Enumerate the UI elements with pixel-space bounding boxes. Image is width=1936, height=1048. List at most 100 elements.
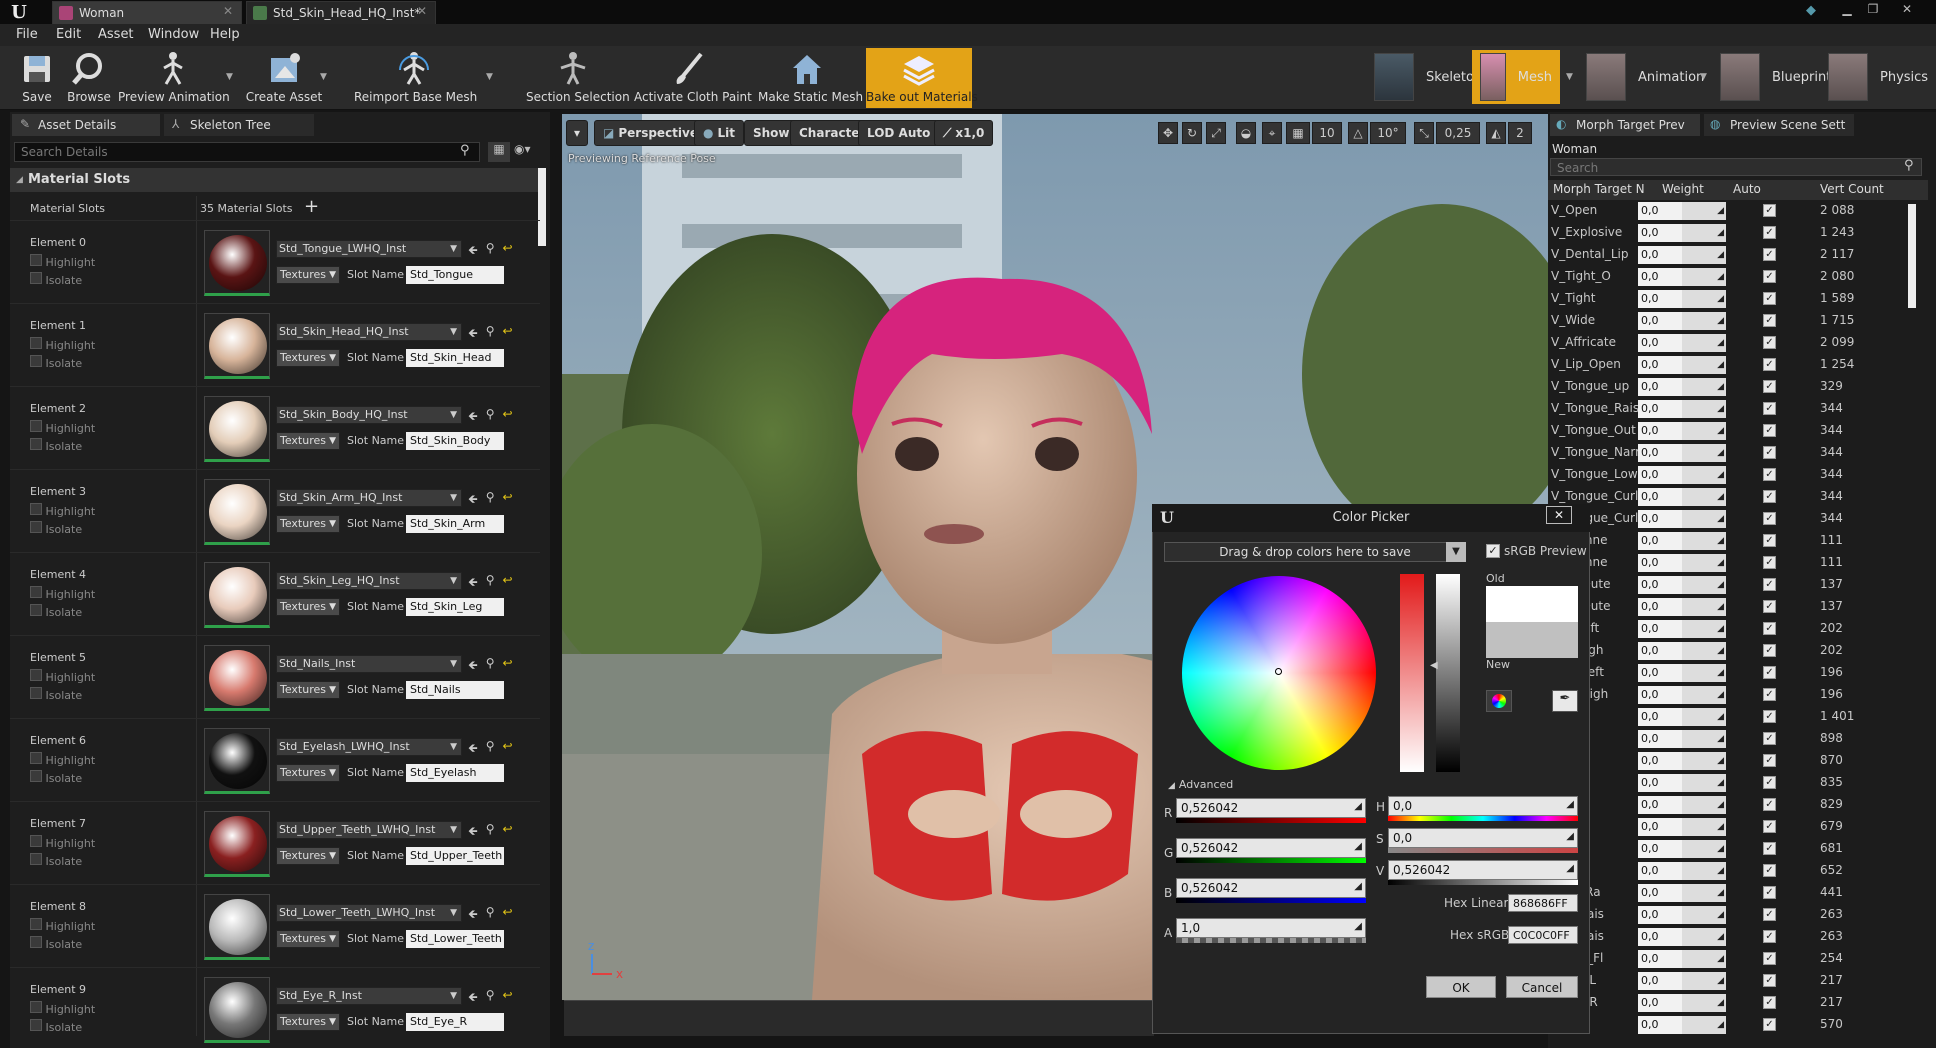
highlight-checkbox[interactable] bbox=[30, 752, 42, 764]
use-selected-arrow-icon[interactable]: 🡸 bbox=[468, 490, 478, 511]
morph-weight-input[interactable]: 0,0 ◢ bbox=[1638, 928, 1726, 946]
mode-physics[interactable]: Physics bbox=[1828, 50, 1928, 104]
close-window-button[interactable]: ✕ bbox=[1896, 1, 1918, 17]
morph-row[interactable]: aise_Oute 0,0◢ ✓ 137 bbox=[1548, 574, 1928, 596]
highlight-checkbox[interactable] bbox=[30, 337, 42, 349]
auto-checkbox[interactable]: ✓ bbox=[1763, 754, 1776, 767]
use-selected-arrow-icon[interactable]: 🡸 bbox=[468, 822, 478, 843]
morph-weight-input[interactable]: 0,0 ◢ bbox=[1638, 994, 1726, 1012]
highlight-checkbox[interactable] bbox=[30, 420, 42, 432]
morph-row[interactable]: V_Tongue_Out 0,0 ◢ ✓ 344 bbox=[1548, 420, 1928, 442]
auto-checkbox[interactable]: ✓ bbox=[1763, 908, 1776, 921]
cancel-button[interactable]: Cancel bbox=[1506, 976, 1578, 998]
column-morph-target-name[interactable]: Morph Target N bbox=[1553, 182, 1645, 196]
auto-checkbox[interactable]: ✓ bbox=[1763, 996, 1776, 1009]
perspective-button[interactable]: ◪ Perspective bbox=[594, 120, 707, 146]
color-theme-icon[interactable] bbox=[1486, 690, 1512, 712]
auto-checkbox[interactable]: ✓ bbox=[1763, 644, 1776, 657]
reset-icon[interactable]: ↩ bbox=[503, 573, 513, 594]
morph-weight-input[interactable]: 0,0 ◢ bbox=[1638, 334, 1726, 352]
material-dropdown[interactable]: Std_Lower_Teeth_LWHQ_Inst ▼ bbox=[276, 904, 462, 922]
auto-checkbox[interactable]: ✓ bbox=[1763, 292, 1776, 305]
material-dropdown[interactable]: Std_Eyelash_LWHQ_Inst ▼ bbox=[276, 738, 462, 756]
auto-checkbox[interactable]: ✓ bbox=[1763, 776, 1776, 789]
slot-name-input[interactable]: Std_Nails bbox=[406, 681, 504, 699]
scale-icon[interactable]: ⤢ bbox=[1206, 122, 1226, 144]
isolate-toggle[interactable]: Isolate bbox=[30, 770, 82, 785]
chevron-down-icon[interactable]: ▼ bbox=[320, 72, 327, 82]
close-tab-icon[interactable]: ✕ bbox=[223, 4, 233, 18]
textures-dropdown[interactable]: Textures ▼ bbox=[276, 764, 340, 782]
auto-checkbox[interactable]: ✓ bbox=[1763, 336, 1776, 349]
highlight-checkbox[interactable] bbox=[30, 503, 42, 515]
reimport-base-mesh-button[interactable]: Reimport Base Mesh bbox=[354, 48, 477, 108]
browse-search-icon[interactable]: ⚲ bbox=[486, 656, 495, 677]
channel-b-input[interactable]: 0,526042 ◢ bbox=[1176, 878, 1366, 898]
highlight-toggle[interactable]: Highlight bbox=[30, 669, 95, 684]
textures-dropdown[interactable]: Textures ▼ bbox=[276, 515, 340, 533]
browse-search-icon[interactable]: ⚲ bbox=[486, 490, 495, 511]
auto-checkbox[interactable]: ✓ bbox=[1763, 622, 1776, 635]
scale-snap-icon[interactable]: ⤡ bbox=[1414, 122, 1434, 144]
morph-weight-input[interactable]: 0,0 ◢ bbox=[1638, 554, 1726, 572]
isolate-checkbox[interactable] bbox=[30, 438, 42, 450]
use-selected-arrow-icon[interactable]: 🡸 bbox=[468, 573, 478, 594]
channel-v-input[interactable]: 0,526042 ◢ bbox=[1388, 860, 1578, 880]
textures-dropdown[interactable]: Textures ▼ bbox=[276, 598, 340, 616]
morph-weight-input[interactable]: 0,0 ◢ bbox=[1638, 378, 1726, 396]
morph-row[interactable]: ostrils_Fl 0,0◢ ✓ 254 bbox=[1548, 948, 1928, 970]
scrollbar-thumb[interactable] bbox=[538, 168, 546, 246]
morph-weight-input[interactable]: 0,0 ◢ bbox=[1638, 224, 1726, 242]
isolate-checkbox[interactable] bbox=[30, 521, 42, 533]
highlight-toggle[interactable]: Highlight bbox=[30, 503, 95, 518]
morph-row[interactable]: rop_Left 0,0◢ ✓ 202 bbox=[1548, 618, 1928, 640]
isolate-checkbox[interactable] bbox=[30, 687, 42, 699]
material-thumbnail[interactable] bbox=[204, 977, 270, 1043]
morph-row[interactable]: aise_Inne 0,0◢ ✓ 111 bbox=[1548, 552, 1928, 574]
auto-checkbox[interactable]: ✓ bbox=[1763, 864, 1776, 877]
textures-dropdown[interactable]: Textures ▼ bbox=[276, 930, 340, 948]
rotation-snap-icon[interactable]: △ bbox=[1348, 122, 1368, 144]
reset-icon[interactable]: ↩ bbox=[503, 407, 513, 428]
highlight-checkbox[interactable] bbox=[30, 918, 42, 930]
tab-asset-details[interactable]: ✎ Asset Details bbox=[12, 114, 160, 136]
menu-file[interactable]: File bbox=[16, 27, 38, 42]
morph-search-input[interactable]: Search bbox=[1550, 158, 1922, 176]
auto-checkbox[interactable]: ✓ bbox=[1763, 358, 1776, 371]
material-dropdown[interactable]: Std_Skin_Arm_HQ_Inst ▼ bbox=[276, 489, 462, 507]
reset-icon[interactable]: ↩ bbox=[503, 490, 513, 511]
chevron-down-icon[interactable]: ▼ bbox=[1700, 72, 1707, 82]
save-button[interactable]: Save bbox=[14, 48, 60, 108]
surface-snap-icon[interactable]: ⌖ bbox=[1262, 122, 1282, 144]
morph-weight-input[interactable]: 0,0 ◢ bbox=[1638, 290, 1726, 308]
morph-weight-input[interactable]: 0,0 ◢ bbox=[1638, 356, 1726, 374]
morph-weight-input[interactable]: 0,0 ◢ bbox=[1638, 202, 1726, 220]
preview-animation-button[interactable]: Preview Animation bbox=[118, 48, 230, 108]
column-weight[interactable]: Weight bbox=[1662, 182, 1704, 196]
mode-blueprint[interactable]: Blueprint bbox=[1720, 50, 1831, 104]
auto-checkbox[interactable]: ✓ bbox=[1763, 314, 1776, 327]
highlight-checkbox[interactable] bbox=[30, 835, 42, 847]
textures-dropdown[interactable]: Textures ▼ bbox=[276, 681, 340, 699]
reset-icon[interactable]: ↩ bbox=[503, 822, 513, 843]
material-thumbnail[interactable] bbox=[204, 728, 270, 794]
auto-checkbox[interactable]: ✓ bbox=[1763, 974, 1776, 987]
material-thumbnail[interactable] bbox=[204, 894, 270, 960]
morph-row[interactable]: V_Tongue_Narro 0,0 ◢ ✓ 344 bbox=[1548, 442, 1928, 464]
highlight-toggle[interactable]: Highlight bbox=[30, 752, 95, 767]
playback-speed-button[interactable]: ⟋ x1,0 bbox=[934, 120, 994, 146]
morph-weight-input[interactable]: 0,0 ◢ bbox=[1638, 708, 1726, 726]
highlight-checkbox[interactable] bbox=[30, 254, 42, 266]
isolate-toggle[interactable]: Isolate bbox=[30, 438, 82, 453]
reset-icon[interactable]: ↩ bbox=[503, 324, 513, 345]
auto-checkbox[interactable]: ✓ bbox=[1763, 798, 1776, 811]
restore-button[interactable]: ❐ bbox=[1862, 1, 1884, 17]
browse-search-icon[interactable]: ⚲ bbox=[486, 573, 495, 594]
section-selection-button[interactable]: Section Selection bbox=[526, 48, 630, 108]
textures-dropdown[interactable]: Textures ▼ bbox=[276, 847, 340, 865]
auto-checkbox[interactable]: ✓ bbox=[1763, 710, 1776, 723]
isolate-checkbox[interactable] bbox=[30, 272, 42, 284]
use-selected-arrow-icon[interactable]: 🡸 bbox=[468, 656, 478, 677]
ok-button[interactable]: OK bbox=[1426, 976, 1496, 998]
material-thumbnail[interactable] bbox=[204, 562, 270, 628]
